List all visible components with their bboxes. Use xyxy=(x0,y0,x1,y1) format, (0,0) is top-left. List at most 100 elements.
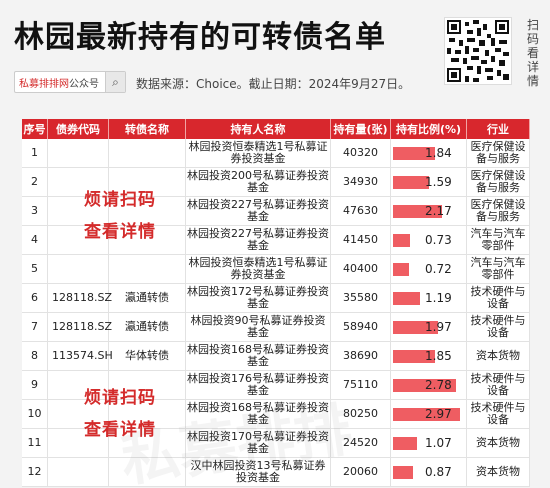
cell-col-pct: 1.59 xyxy=(391,168,467,197)
cell-col-no: 5 xyxy=(22,255,48,284)
ratio-value: 1.19 xyxy=(425,291,452,305)
cell-col-holder: 林园投资168号私募证券投资基金 xyxy=(186,342,331,371)
cell-col-industry: 技术硬件与设备 xyxy=(467,371,530,400)
cell-col-qty: 41450 xyxy=(331,226,391,255)
ratio-value: 0.73 xyxy=(425,233,452,247)
cell-col-code xyxy=(48,139,109,168)
cell-col-no: 11 xyxy=(22,429,48,458)
cell-col-holder: 林园投资227号私募证券投资基金 xyxy=(186,226,331,255)
cell-col-qty: 40320 xyxy=(331,139,391,168)
cell-col-holder: 林园投资恒泰精选1号私募证券投资基金 xyxy=(186,139,331,168)
cell-col-no: 4 xyxy=(22,226,48,255)
ratio-bar xyxy=(393,263,410,276)
header-col-holder: 持有人名称 xyxy=(186,119,331,139)
cell-col-pct: 2.78 xyxy=(391,371,467,400)
ratio-value: 1.97 xyxy=(425,320,452,334)
cell-col-industry: 技术硬件与设备 xyxy=(467,313,530,342)
cell-col-pct: 1.85 xyxy=(391,342,467,371)
cell-col-no: 2 xyxy=(22,168,48,197)
ratio-value: 2.78 xyxy=(425,378,452,392)
qr-code[interactable] xyxy=(444,17,512,85)
cell-col-industry: 汽车与汽车零部件 xyxy=(467,255,530,284)
ratio-value: 1.07 xyxy=(425,436,452,450)
cell-col-name: 华体转债 xyxy=(109,342,186,371)
cell-col-pct: 2.17 xyxy=(391,197,467,226)
cell-col-holder: 林园投资恒泰精选1号私募证券投资基金 xyxy=(186,255,331,284)
cell-col-name: 瀛通转债 xyxy=(109,313,186,342)
header-col-name: 转债名称 xyxy=(109,119,186,139)
cell-col-qty: 34930 xyxy=(331,168,391,197)
header-col-pct: 持有比例(%) xyxy=(391,119,467,139)
ratio-bar xyxy=(393,466,413,479)
cell-col-pct: 0.72 xyxy=(391,255,467,284)
search-icon[interactable]: ⌕ xyxy=(105,72,125,92)
cell-col-pct: 2.97 xyxy=(391,400,467,429)
cell-col-qty: 38690 xyxy=(331,342,391,371)
ratio-value: 1.85 xyxy=(425,349,452,363)
ratio-value: 2.97 xyxy=(425,407,452,421)
page-title: 林园最新持有的可转债名单 xyxy=(14,20,386,55)
cell-col-no: 1 xyxy=(22,139,48,168)
cell-col-industry: 资本货物 xyxy=(467,429,530,458)
cell-col-pct: 1.84 xyxy=(391,139,467,168)
cell-col-code xyxy=(48,255,109,284)
ratio-bar xyxy=(393,292,420,305)
header-col-qty: 持有量(张) xyxy=(331,119,391,139)
cell-col-name: 瀛通转债 xyxy=(109,284,186,313)
cell-col-industry: 汽车与汽车零部件 xyxy=(467,226,530,255)
cell-col-industry: 医疗保健设备与服务 xyxy=(467,139,530,168)
cell-col-no: 9 xyxy=(22,371,48,400)
ratio-value: 1.84 xyxy=(425,146,452,160)
cell-col-name xyxy=(109,255,186,284)
cell-col-industry: 技术硬件与设备 xyxy=(467,284,530,313)
header-col-code: 债券代码 xyxy=(48,119,109,139)
scan-promo-text: 查看详情 xyxy=(84,222,156,242)
source-text: 数据来源：Choice。截止日期：2024年9月27日。 xyxy=(136,77,411,91)
cell-col-pct: 1.07 xyxy=(391,429,467,458)
cell-col-no: 12 xyxy=(22,458,48,487)
scan-label: 扫码看详情 xyxy=(526,18,539,88)
cell-col-industry: 资本货物 xyxy=(467,458,530,487)
ratio-value: 2.17 xyxy=(425,204,452,218)
cell-col-industry: 资本货物 xyxy=(467,342,530,371)
brand-sub: 公众号 xyxy=(69,78,99,90)
cell-col-pct: 0.87 xyxy=(391,458,467,487)
cell-col-code: 113574.SH xyxy=(48,342,113,371)
ratio-value: 1.59 xyxy=(425,175,452,189)
cell-col-pct: 1.19 xyxy=(391,284,467,313)
cell-col-holder: 林园投资200号私募证券投资基金 xyxy=(186,168,331,197)
cell-col-holder: 林园投资227号私募证券投资基金 xyxy=(186,197,331,226)
header-col-industry: 行业 xyxy=(467,119,530,139)
cell-col-industry: 技术硬件与设备 xyxy=(467,400,530,429)
scan-promo-text: 烦请扫码 xyxy=(84,388,156,408)
cell-col-no: 7 xyxy=(22,313,48,342)
cell-col-qty: 47630 xyxy=(331,197,391,226)
cell-col-qty: 40400 xyxy=(331,255,391,284)
header-col-no: 序号 xyxy=(22,119,48,139)
ratio-bar xyxy=(393,176,430,189)
cell-col-code: 128118.SZ xyxy=(48,313,112,342)
ratio-bar xyxy=(393,437,418,450)
brand-name: 私募排排网 xyxy=(19,78,69,90)
cell-col-no: 8 xyxy=(22,342,48,371)
cell-col-qty: 58940 xyxy=(331,313,391,342)
cell-col-no: 10 xyxy=(22,400,48,429)
ratio-value: 0.87 xyxy=(425,465,452,479)
ratio-bar xyxy=(393,234,410,247)
search-box[interactable]: 私募排排网 公众号 ⌕ xyxy=(14,71,126,93)
cell-col-pct: 1.97 xyxy=(391,313,467,342)
cell-col-qty: 35580 xyxy=(331,284,391,313)
cell-col-no: 6 xyxy=(22,284,48,313)
qr-code-icon xyxy=(447,20,509,82)
cell-col-name xyxy=(109,139,186,168)
cell-col-no: 3 xyxy=(22,197,48,226)
cell-col-code: 128118.SZ xyxy=(48,284,112,313)
cell-col-industry: 医疗保健设备与服务 xyxy=(467,168,530,197)
ratio-value: 0.72 xyxy=(425,262,452,276)
scan-promo-text: 烦请扫码 xyxy=(84,190,156,210)
cell-col-pct: 0.73 xyxy=(391,226,467,255)
cell-col-holder: 林园投资90号私募证券投资基金 xyxy=(186,313,331,342)
cell-col-industry: 医疗保健设备与服务 xyxy=(467,197,530,226)
cell-col-holder: 林园投资172号私募证券投资基金 xyxy=(186,284,331,313)
cell-col-code xyxy=(48,458,109,487)
